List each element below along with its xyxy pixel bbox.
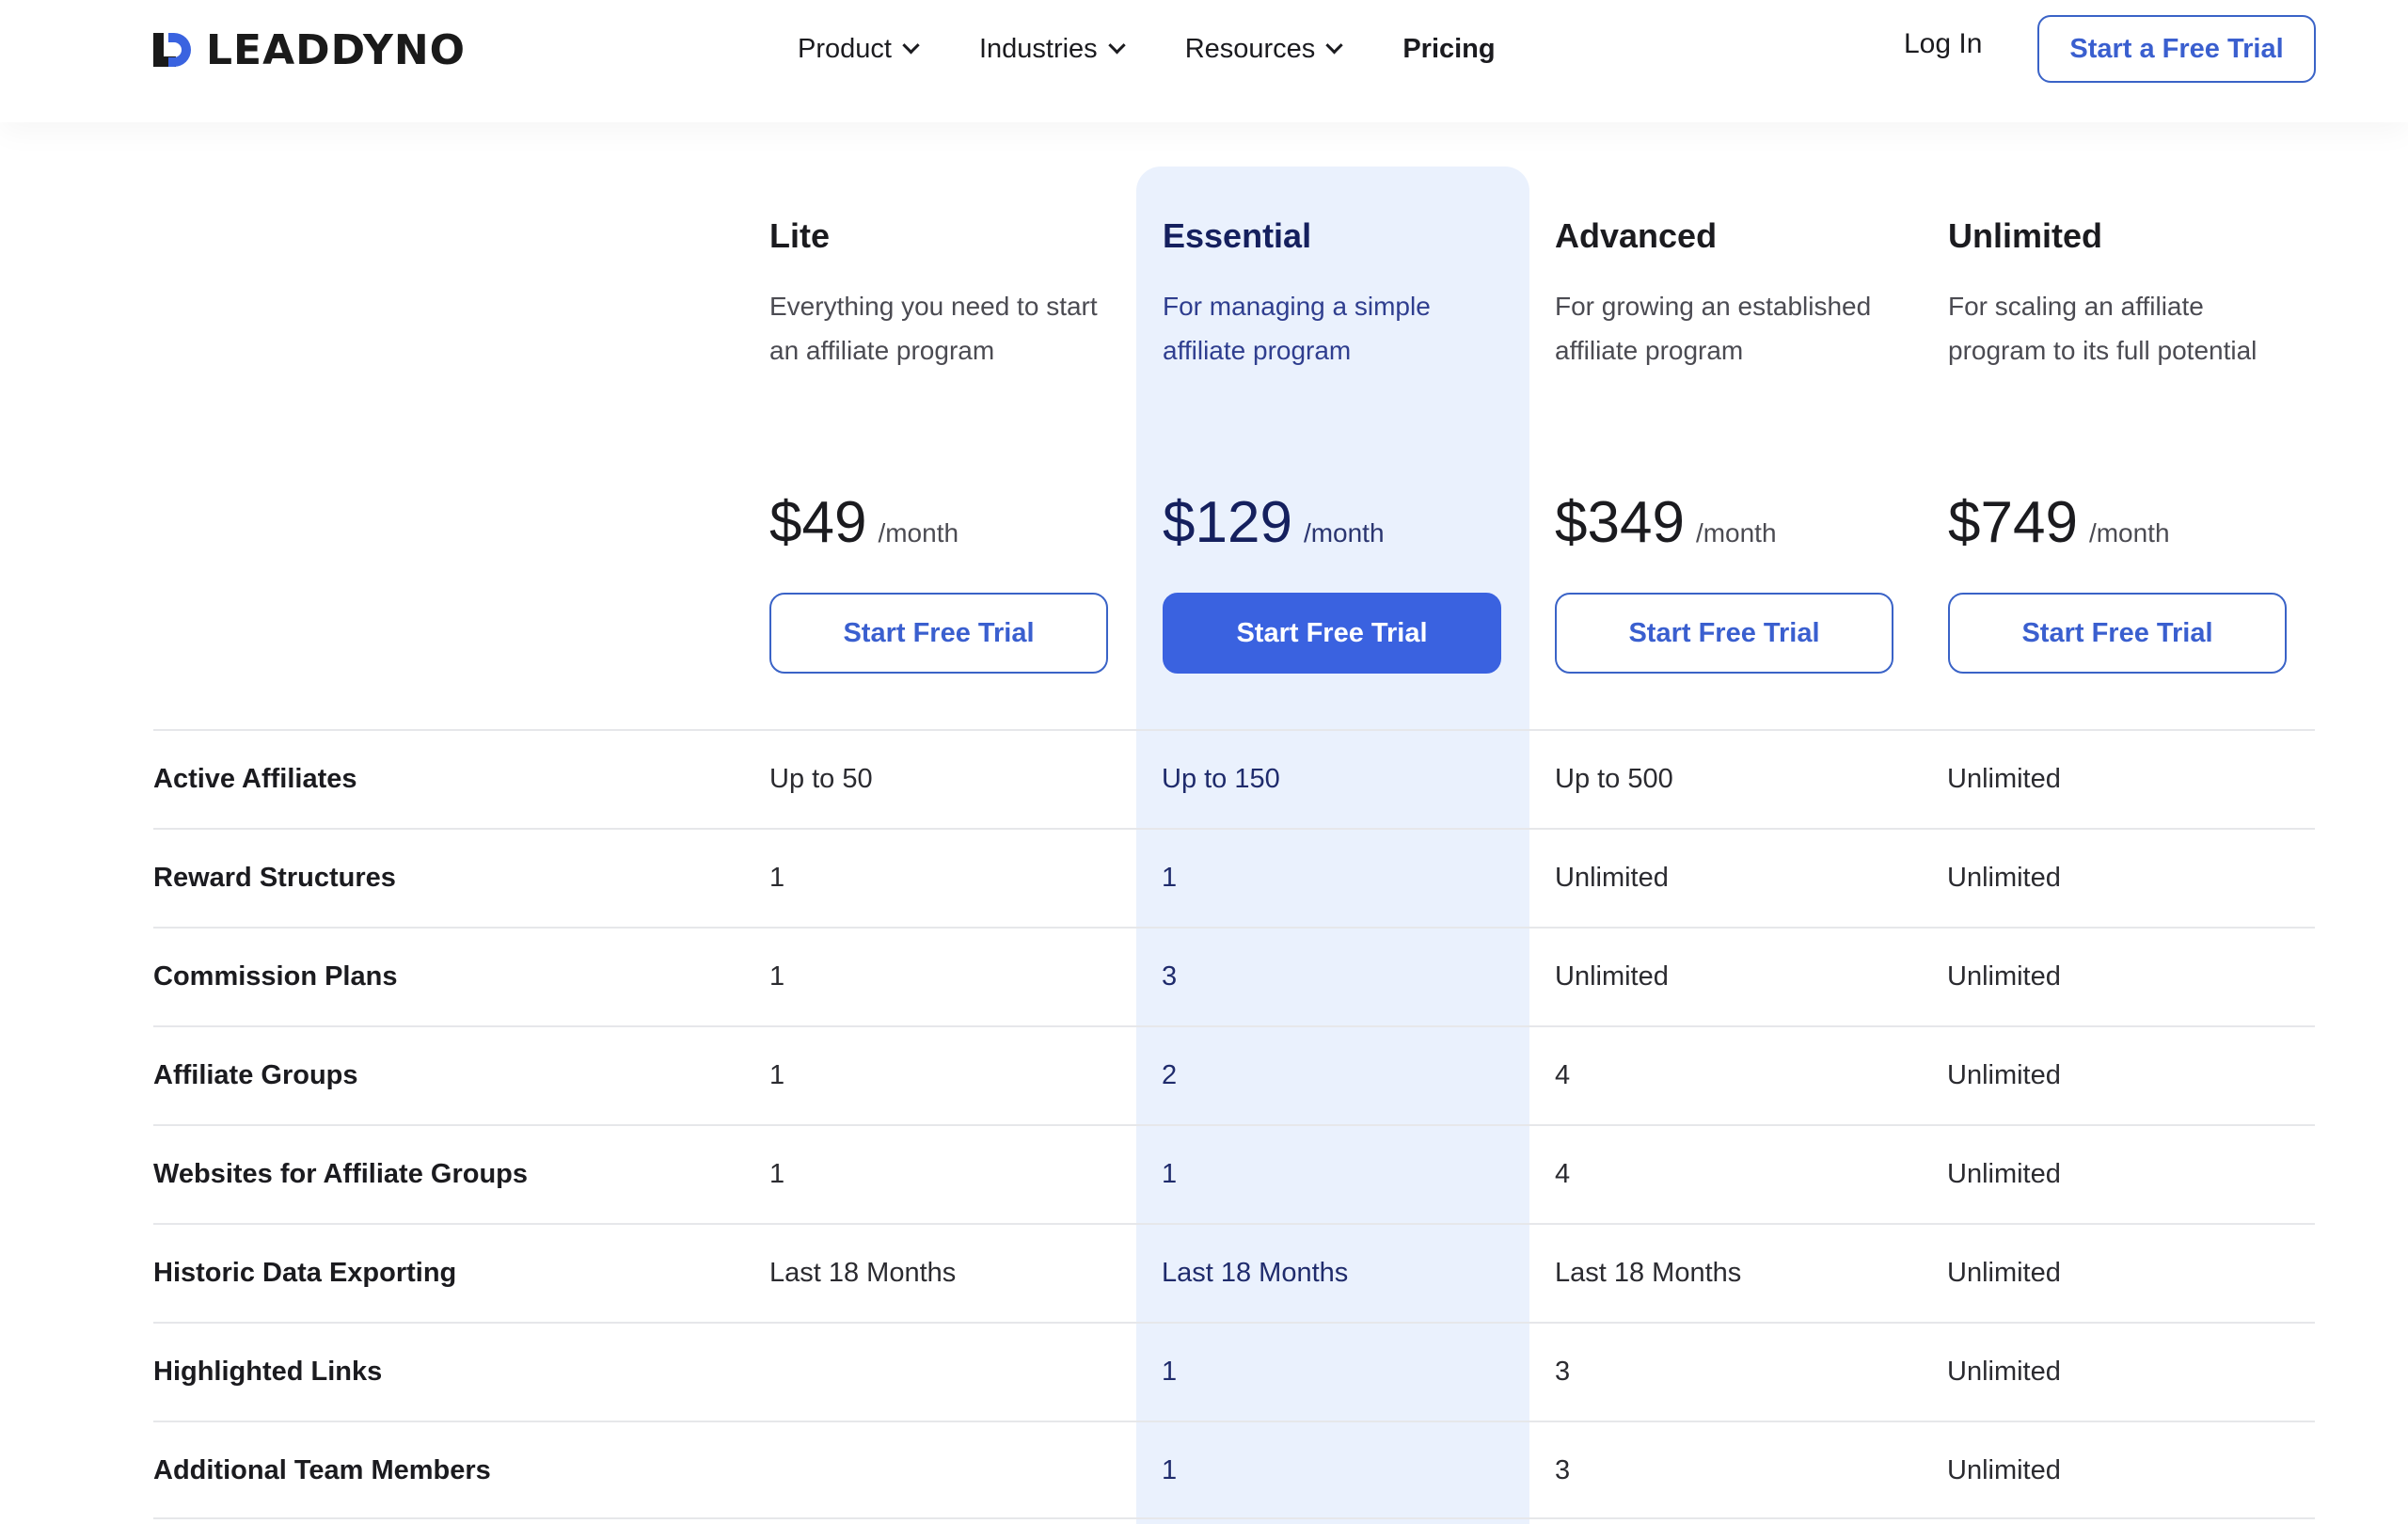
nav-item-label: Product xyxy=(798,33,892,64)
main-nav: Product Industries Resources Pricing xyxy=(798,26,1558,71)
nav-item-label: Pricing xyxy=(1402,33,1496,64)
feature-value-essential: Last 18 Months xyxy=(1162,1258,1349,1288)
price-amount: $349 xyxy=(1555,490,1685,555)
start-free-trial-lite-button[interactable]: Start Free Trial xyxy=(769,593,1108,674)
site-header: LEADDYNO Product Industries Resources Pr… xyxy=(0,0,2408,122)
feature-label: Affiliate Groups xyxy=(153,1060,358,1090)
feature-value-essential: 2 xyxy=(1162,1060,1178,1090)
login-link[interactable]: Log In xyxy=(1904,28,1982,60)
plan-name: Advanced xyxy=(1555,216,1718,255)
plan-card-essential: Essential For managing a simple affiliat… xyxy=(1163,216,1520,674)
price-period: /month xyxy=(2088,518,2170,548)
feature-value-lite: 1 xyxy=(769,863,785,893)
plan-description: For scaling an affiliate program to its … xyxy=(1948,292,2258,365)
nav-item-label: Resources xyxy=(1184,33,1316,64)
feature-value-advanced: 4 xyxy=(1555,1159,1571,1189)
feature-value-advanced: Up to 500 xyxy=(1555,764,1673,794)
plan-card-lite: Lite Everything you need to start an aff… xyxy=(769,216,1127,674)
feature-value-unlimited: Unlimited xyxy=(1947,1258,2061,1288)
feature-value-essential: Up to 150 xyxy=(1162,764,1280,794)
plan-description: For growing an established affiliate pro… xyxy=(1555,292,1872,365)
feature-label: Commission Plans xyxy=(153,961,398,992)
feature-value-advanced: 4 xyxy=(1555,1060,1571,1090)
price-amount: $129 xyxy=(1163,490,1292,555)
feature-value-essential: 1 xyxy=(1162,1357,1178,1387)
plan-name: Essential xyxy=(1163,216,1312,255)
feature-value-lite: Up to 50 xyxy=(769,764,873,794)
price-period: /month xyxy=(1695,518,1777,548)
feature-value-essential: 1 xyxy=(1162,1159,1178,1189)
feature-label: Reward Structures xyxy=(153,863,396,893)
table-row: Additional Team Members 1 3 Unlimited xyxy=(153,1421,2315,1519)
feature-value-essential: 1 xyxy=(1162,863,1178,893)
plan-description: Everything you need to start an affiliat… xyxy=(769,292,1098,365)
feature-label: Active Affiliates xyxy=(153,764,357,794)
nav-item-resources[interactable]: Resources xyxy=(1184,33,1344,65)
feature-comparison-table: Active Affiliates Up to 50 Up to 150 Up … xyxy=(153,729,2315,1519)
plan-name: Unlimited xyxy=(1948,216,2103,255)
table-row: Historic Data Exporting Last 18 Months L… xyxy=(153,1223,2315,1322)
plan-name: Lite xyxy=(769,216,831,255)
plan-card-unlimited: Unlimited For scaling an affiliate progr… xyxy=(1948,216,2305,674)
chevron-down-icon xyxy=(1107,36,1126,54)
plan-price: $349 /month xyxy=(1555,489,1777,556)
plan-card-advanced: Advanced For growing an established affi… xyxy=(1555,216,1912,674)
logo-text: LEADDYNO xyxy=(206,25,467,74)
feature-value-essential: 3 xyxy=(1162,961,1178,992)
feature-value-lite: 1 xyxy=(769,1159,785,1189)
chevron-down-icon xyxy=(1325,36,1344,54)
table-row: Reward Structures 1 1 Unlimited Unlimite… xyxy=(153,828,2315,927)
feature-value-advanced: 3 xyxy=(1555,1357,1571,1387)
price-amount: $749 xyxy=(1948,490,2078,555)
start-free-trial-header-button[interactable]: Start a Free Trial xyxy=(2037,15,2316,83)
feature-value-essential: 1 xyxy=(1162,1455,1178,1485)
plan-price: $749 /month xyxy=(1948,489,2170,556)
nav-item-label: Industries xyxy=(978,33,1098,64)
chevron-down-icon xyxy=(902,36,920,54)
start-free-trial-essential-button[interactable]: Start Free Trial xyxy=(1163,593,1501,674)
price-amount: $49 xyxy=(769,490,867,555)
feature-value-advanced: Unlimited xyxy=(1555,863,1669,893)
plan-price: $49 /month xyxy=(769,489,958,556)
start-free-trial-advanced-button[interactable]: Start Free Trial xyxy=(1555,593,1893,674)
nav-item-product[interactable]: Product xyxy=(798,33,920,65)
feature-label: Websites for Affiliate Groups xyxy=(153,1159,528,1189)
table-row: Highlighted Links 1 3 Unlimited xyxy=(153,1322,2315,1421)
feature-value-lite: Last 18 Months xyxy=(769,1258,957,1288)
plan-price: $129 /month xyxy=(1163,489,1385,556)
table-row: Websites for Affiliate Groups 1 1 4 Unli… xyxy=(153,1124,2315,1223)
table-row: Active Affiliates Up to 50 Up to 150 Up … xyxy=(153,729,2315,828)
feature-value-advanced: 3 xyxy=(1555,1455,1571,1485)
nav-item-pricing[interactable]: Pricing xyxy=(1402,34,1495,65)
logo-mark-icon xyxy=(153,31,193,69)
feature-value-unlimited: Unlimited xyxy=(1947,764,2061,794)
feature-value-advanced: Last 18 Months xyxy=(1555,1258,1742,1288)
feature-value-lite: 1 xyxy=(769,961,785,992)
feature-label: Additional Team Members xyxy=(153,1455,491,1485)
feature-label: Highlighted Links xyxy=(153,1357,383,1387)
feature-value-unlimited: Unlimited xyxy=(1947,961,2061,992)
feature-value-unlimited: Unlimited xyxy=(1947,863,2061,893)
plan-description: For managing a simple affiliate program xyxy=(1163,292,1431,365)
price-period: /month xyxy=(1303,518,1385,548)
feature-value-lite: 1 xyxy=(769,1060,785,1090)
feature-value-advanced: Unlimited xyxy=(1555,961,1669,992)
feature-value-unlimited: Unlimited xyxy=(1947,1357,2061,1387)
feature-value-unlimited: Unlimited xyxy=(1947,1060,2061,1090)
start-free-trial-unlimited-button[interactable]: Start Free Trial xyxy=(1948,593,2287,674)
nav-item-industries[interactable]: Industries xyxy=(978,33,1126,65)
table-row: Affiliate Groups 1 2 4 Unlimited xyxy=(153,1025,2315,1124)
feature-value-unlimited: Unlimited xyxy=(1947,1455,2061,1485)
table-row: Commission Plans 1 3 Unlimited Unlimited xyxy=(153,927,2315,1025)
feature-value-unlimited: Unlimited xyxy=(1947,1159,2061,1189)
price-period: /month xyxy=(878,518,959,548)
leaddyno-logo[interactable]: LEADDYNO xyxy=(153,25,467,74)
feature-label: Historic Data Exporting xyxy=(153,1258,457,1288)
